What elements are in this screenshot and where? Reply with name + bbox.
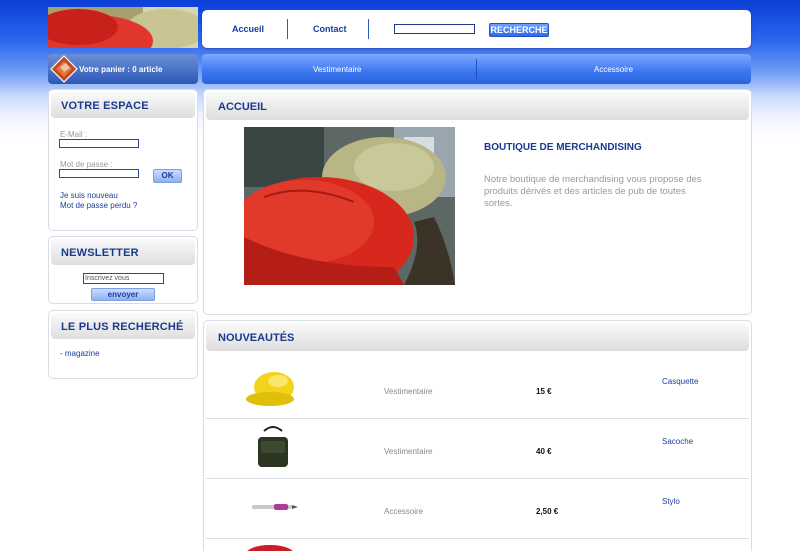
category-accessoire[interactable]: Accessoire [594, 65, 633, 74]
product-price: 2,50 € [536, 507, 559, 516]
divider [287, 19, 288, 39]
product-category: Accessoire [384, 507, 424, 516]
product-name[interactable]: Sacoche [662, 437, 693, 446]
logo-banner-image[interactable] [48, 7, 198, 48]
search-button[interactable]: RECHERCHE [489, 23, 549, 37]
category-vestimentaire[interactable]: Vestimentaire [313, 65, 361, 74]
newsletter-box: NEWSLETTER Inscrivez vous envoyer [48, 236, 198, 304]
search-input[interactable] [394, 24, 475, 34]
top-navigation: Accueil Contact RECHERCHE [202, 10, 751, 48]
product-row[interactable]: Accessoire 2,50 € Stylo [206, 479, 749, 539]
product-thumb-partial [244, 543, 296, 551]
email-label: E-Mail : [60, 130, 88, 139]
product-name[interactable]: Stylo [662, 497, 680, 506]
login-ok-button[interactable]: OK [153, 169, 182, 183]
product-name[interactable]: Casquette [662, 377, 698, 386]
account-box: VOTRE ESPACE E-Mail : Mot de passe : OK … [48, 89, 198, 231]
password-field[interactable] [59, 169, 139, 178]
newsletter-title: NEWSLETTER [61, 247, 139, 259]
shop-title: BOUTIQUE DE MERCHANDISING [484, 142, 642, 153]
nav-link-contact[interactable]: Contact [313, 24, 347, 34]
shop-description: Notre boutique de merchandising vous pro… [484, 174, 702, 209]
lost-password-link[interactable]: Mot de passe perdu ? [60, 201, 137, 210]
news-title: NOUVEAUTÉS [218, 332, 295, 344]
news-panel-header: NOUVEAUTÉS [206, 323, 749, 351]
popular-box-header: LE PLUS RECHERCHÉ [51, 313, 195, 339]
product-category: Vestimentaire [384, 447, 433, 456]
home-panel-header: ACCUEIL [206, 92, 749, 120]
home-title: ACCUEIL [218, 101, 267, 113]
cart-logo-icon [50, 55, 78, 83]
account-title: VOTRE ESPACE [61, 100, 149, 112]
product-category: Vestimentaire [384, 387, 433, 396]
popular-title: LE PLUS RECHERCHÉ [61, 321, 184, 333]
cart-bar[interactable]: Votre panier : 0 article [48, 54, 198, 84]
account-box-header: VOTRE ESPACE [51, 92, 195, 118]
newsletter-email-input[interactable]: Inscrivez vous [83, 273, 164, 284]
bag-icon [258, 426, 288, 467]
divider [476, 59, 477, 79]
hero-caps-image [244, 127, 455, 285]
password-label: Mot de passe : [60, 160, 113, 169]
product-row[interactable]: Vestimentaire 15 € Casquette [206, 359, 749, 419]
category-bar: Vestimentaire Accessoire [202, 54, 751, 84]
newsletter-box-header: NEWSLETTER [51, 239, 195, 265]
product-price: 15 € [536, 387, 552, 396]
pen-icon [252, 504, 298, 510]
popular-box: LE PLUS RECHERCHÉ - magazine [48, 310, 198, 379]
divider [368, 19, 369, 39]
product-row[interactable]: Vestimentaire 40 € Sacoche [206, 419, 749, 479]
cart-label: Votre panier : 0 article [79, 65, 163, 74]
nav-link-accueil[interactable]: Accueil [232, 24, 264, 34]
yellow-cap-icon [246, 372, 294, 406]
newsletter-send-button[interactable]: envoyer [91, 288, 155, 301]
product-price: 40 € [536, 447, 552, 456]
email-field[interactable] [59, 139, 139, 148]
popular-item-magazine[interactable]: - magazine [60, 349, 100, 358]
new-user-link[interactable]: Je suis nouveau [60, 191, 118, 200]
